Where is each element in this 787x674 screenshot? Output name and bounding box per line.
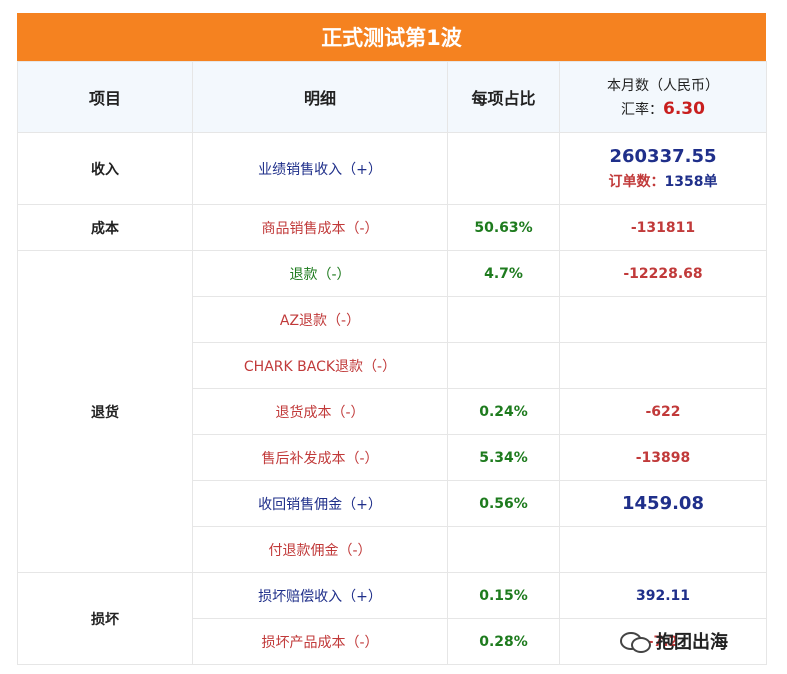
- detail-cell: 损坏产品成本（-）: [192, 618, 448, 665]
- category-income: 收入: [17, 132, 193, 205]
- watermark-text: 抱团出海: [656, 632, 728, 653]
- pct-cell: 0.56%: [447, 480, 560, 527]
- header-detail: 明细: [192, 61, 448, 133]
- pct-cell: 5.34%: [447, 434, 560, 481]
- pct-cell: 0.28%: [447, 618, 560, 665]
- amount-cell: [559, 296, 767, 343]
- exchange-rate-value: 6.30: [663, 99, 705, 119]
- detail-cell: 退货成本（-）: [192, 388, 448, 435]
- order-count: 订单数：1358单: [560, 171, 766, 191]
- report-container: 正式测试第1波 项目 明细 每项占比 本月数（人民币） 汇率：6.30 收入 业…: [17, 13, 767, 665]
- report-table: 项目 明细 每项占比 本月数（人民币） 汇率：6.30 收入 业绩销售收入（+）…: [17, 61, 767, 665]
- header-monthly-amount: 本月数（人民币） 汇率：6.30: [559, 61, 767, 133]
- report-title: 正式测试第1波: [17, 13, 766, 61]
- watermark: 抱团出海: [620, 628, 728, 654]
- pct-cell: 50.63%: [447, 204, 560, 251]
- amount-cell: [559, 526, 767, 573]
- amount-cell: [559, 342, 767, 389]
- amount-cell: -131811: [559, 204, 767, 251]
- order-count-value: 1358单: [664, 174, 718, 190]
- amount-cell: 392.11: [559, 572, 767, 619]
- pct-cell: [447, 342, 560, 389]
- amount-cell: -12228.68: [559, 250, 767, 297]
- detail-cell: 收回销售佣金（+）: [192, 480, 448, 527]
- detail-cell: 损坏赔偿收入（+）: [192, 572, 448, 619]
- detail-cell: 商品销售成本（-）: [192, 204, 448, 251]
- wechat-icon: [620, 630, 654, 653]
- exchange-rate-label: 汇率：: [621, 102, 664, 118]
- pct-cell: [447, 132, 560, 205]
- amount-cell: 260337.55 订单数：1358单: [559, 132, 767, 205]
- pct-cell: 0.15%: [447, 572, 560, 619]
- detail-cell: 售后补发成本（-）: [192, 434, 448, 481]
- income-amount: 260337.55: [609, 146, 717, 167]
- header-item: 项目: [17, 61, 193, 133]
- table-row: 成本 商品销售成本（-） 50.63% -131811: [17, 204, 767, 251]
- pct-cell: [447, 296, 560, 343]
- exchange-rate: 汇率：6.30: [560, 99, 766, 119]
- monthly-amount-label: 本月数（人民币）: [607, 78, 719, 94]
- category-damage: 损坏: [17, 572, 193, 665]
- amount-cell: 1459.08: [559, 480, 767, 527]
- amount-cell: -13898: [559, 434, 767, 481]
- table-row: 收入 业绩销售收入（+） 260337.55 订单数：1358单: [17, 132, 767, 205]
- detail-cell: 付退款佣金（-）: [192, 526, 448, 573]
- table-row: 损坏 损坏赔偿收入（+） 0.15% 392.11: [17, 572, 767, 665]
- header-percentage: 每项占比: [447, 61, 560, 133]
- pct-cell: 0.24%: [447, 388, 560, 435]
- pct-cell: 4.7%: [447, 250, 560, 297]
- table-row: 退货 退款（-） 4.7% -12228.68: [17, 250, 767, 573]
- category-cost: 成本: [17, 204, 193, 251]
- amount-cell: -622: [559, 388, 767, 435]
- order-count-label: 订单数：: [608, 174, 665, 190]
- detail-cell: 退款（-）: [192, 250, 448, 297]
- detail-cell: CHARK BACK退款（-）: [192, 342, 448, 389]
- pct-cell: [447, 526, 560, 573]
- header-row: 项目 明细 每项占比 本月数（人民币） 汇率：6.30: [17, 61, 767, 133]
- category-returns: 退货: [17, 250, 193, 573]
- detail-cell: 业绩销售收入（+）: [192, 132, 448, 205]
- detail-cell: AZ退款（-）: [192, 296, 448, 343]
